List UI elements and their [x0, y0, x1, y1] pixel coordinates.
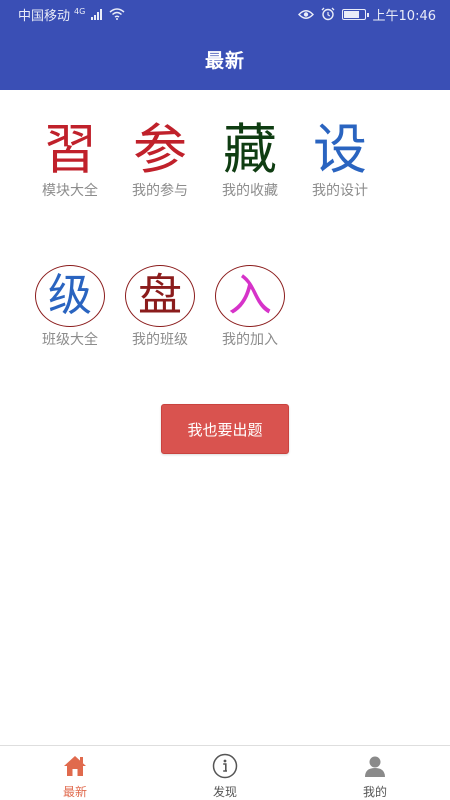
app-header: 最新 — [0, 28, 450, 90]
tile-glyph: 入 — [215, 265, 285, 327]
tile-glyph: 级 — [35, 265, 105, 327]
tile-label: 我的参与 — [132, 183, 188, 199]
info-icon — [212, 753, 238, 779]
status-time: 上午10:46 — [372, 8, 436, 24]
tile-label: 我的加入 — [222, 332, 278, 348]
tile-my-participation[interactable]: 参 我的参与 — [124, 118, 196, 200]
nav-item-mine[interactable]: 我的 — [300, 746, 450, 800]
tile-label: 模块大全 — [42, 183, 98, 199]
eye-icon — [297, 9, 314, 19]
wifi-icon — [109, 8, 125, 20]
tile-label: 我的班级 — [132, 332, 188, 348]
nav-label: 发现 — [212, 785, 237, 799]
status-right: 上午10:46 — [297, 5, 436, 24]
page-title: 最新 — [204, 49, 245, 72]
signal-icon — [91, 8, 103, 20]
status-bar: 中国移动 4G 上午10:46 — [0, 0, 450, 28]
tile-class-list[interactable]: 级 班级大全 — [34, 265, 106, 349]
tile-label: 我的收藏 — [222, 183, 278, 199]
tile-glyph: 参 — [133, 118, 187, 181]
tile-glyph: 藏 — [223, 118, 277, 181]
tile-my-favorites[interactable]: 藏 我的收藏 — [214, 118, 286, 200]
tile-my-joined[interactable]: 入 我的加入 — [214, 265, 286, 349]
nav-item-latest[interactable]: 最新 — [0, 746, 150, 800]
battery-icon — [341, 8, 369, 20]
nav-item-discover[interactable]: 发现 — [150, 746, 300, 800]
home-icon — [62, 753, 88, 779]
create-question-button[interactable]: 我也要出题 — [161, 404, 289, 454]
nav-label: 我的 — [362, 785, 387, 799]
tile-label: 班级大全 — [42, 332, 98, 348]
tile-glyph: 盘 — [125, 265, 195, 327]
tile-glyph: 设 — [313, 118, 367, 181]
tile-my-classes[interactable]: 盘 我的班级 — [124, 265, 196, 349]
tile-my-designs[interactable]: 设 我的设计 — [304, 118, 376, 200]
status-left: 中国移动 4G — [18, 5, 125, 24]
tile-glyph: 習 — [43, 118, 97, 181]
tile-label: 我的设计 — [312, 183, 368, 199]
nav-label: 最新 — [62, 785, 87, 799]
carrier-name: 中国移动 — [18, 8, 71, 24]
network-type: 4G — [74, 6, 86, 16]
person-icon — [362, 753, 388, 779]
bottom-nav: 最新 发现 我的 — [0, 745, 450, 800]
alarm-icon — [321, 7, 334, 21]
tile-module-list[interactable]: 習 模块大全 — [34, 118, 106, 200]
